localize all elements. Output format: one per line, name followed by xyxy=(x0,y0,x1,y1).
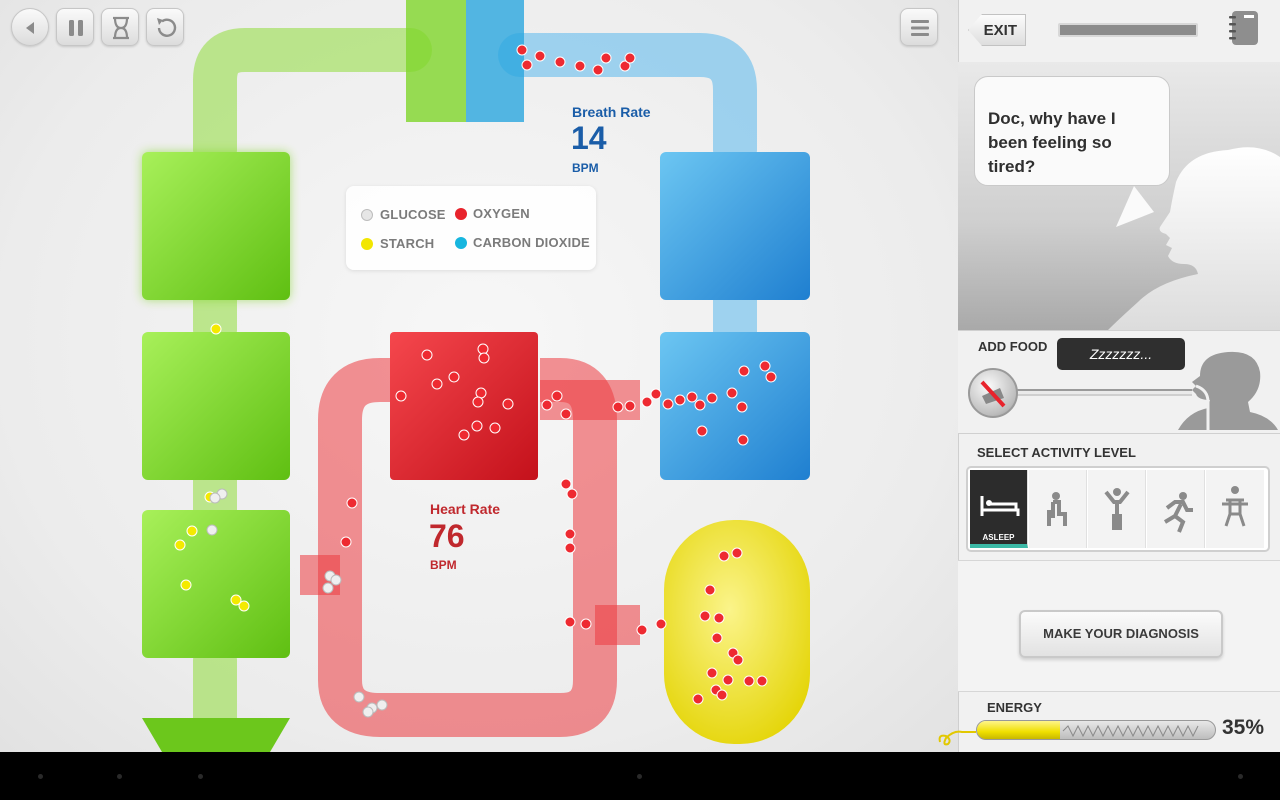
nav-dot xyxy=(117,774,122,779)
legend-glucose: GLUCOSE xyxy=(380,207,446,222)
back-triangle-icon xyxy=(26,22,34,34)
legend-co2: CARBON DIOXIDE xyxy=(473,235,590,250)
nav-dot xyxy=(1238,774,1243,779)
undo-icon xyxy=(157,18,177,37)
breath-rate-unit: BPM xyxy=(572,161,599,175)
add-food-label: ADD FOOD xyxy=(978,339,1048,354)
activity-asleep[interactable]: ASLEEP xyxy=(970,470,1028,548)
sitting-icon xyxy=(1047,492,1067,526)
heart-rate-unit: BPM xyxy=(430,558,457,572)
oxygen-dot-icon xyxy=(455,208,467,220)
pause-button[interactable] xyxy=(56,8,94,46)
legend-starch: STARCH xyxy=(380,236,435,251)
energy-coil-icon xyxy=(1062,724,1199,738)
co2-dot-icon xyxy=(455,237,467,249)
breath-rate-value: 14 xyxy=(571,120,607,156)
activity-asleep-label: ASLEEP xyxy=(982,533,1015,542)
energy-plug-icon xyxy=(938,730,976,746)
activity-level-title: SELECT ACTIVITY LEVEL xyxy=(977,445,1136,460)
food-status-bubble: Zzzzzzz... xyxy=(1057,338,1185,370)
breath-rate-label: Breath Rate xyxy=(572,104,651,120)
case-progress-bar xyxy=(1058,23,1198,37)
running-icon xyxy=(1163,492,1193,533)
glucose-dot-icon xyxy=(361,209,373,221)
starch-dot-icon xyxy=(361,238,373,250)
no-food-icon xyxy=(980,380,1006,408)
heart-rate-value: 76 xyxy=(429,518,465,554)
legend-oxygen: OXYGEN xyxy=(473,206,530,221)
patient-speech-bubble: Doc, why have I been feeling so tired? xyxy=(974,76,1170,186)
pause-icon xyxy=(69,20,83,36)
nav-dot xyxy=(38,774,43,779)
reset-button[interactable] xyxy=(146,8,184,46)
body-simulation-area[interactable]: GLUCOSE OXYGEN STARCH CARBON DIOXIDE Bre… xyxy=(0,0,958,752)
nav-dot xyxy=(637,774,642,779)
energy-percent: 35% xyxy=(1222,716,1265,739)
energy-label: ENERGY xyxy=(987,700,1042,715)
heart-rate-label: Heart Rate xyxy=(430,501,501,517)
food-slider-knob[interactable] xyxy=(968,368,1018,418)
standing-icon xyxy=(1104,488,1130,530)
hourglass-icon xyxy=(113,16,129,40)
menu-button[interactable] xyxy=(900,8,938,46)
energy-meter xyxy=(976,720,1216,740)
activity-sitting[interactable] xyxy=(1029,470,1087,548)
activity-running[interactable] xyxy=(1147,470,1205,548)
time-button[interactable] xyxy=(101,8,139,46)
food-slider-track[interactable] xyxy=(1014,389,1192,396)
activity-standing[interactable] xyxy=(1088,470,1146,548)
organ-system-graphic xyxy=(142,0,810,752)
particle-legend: GLUCOSE OXYGEN STARCH CARBON DIOXIDE xyxy=(346,186,596,270)
lifting-icon xyxy=(1222,486,1248,527)
activity-lifting[interactable] xyxy=(1206,470,1264,548)
nav-dot xyxy=(198,774,203,779)
menu-lines-icon xyxy=(911,20,929,36)
bed-icon xyxy=(980,496,1020,516)
digestive-head-icon xyxy=(1178,351,1278,430)
make-diagnosis-button[interactable]: MAKE YOUR DIAGNOSIS xyxy=(1019,610,1223,658)
back-button[interactable] xyxy=(11,8,49,46)
notebook-icon[interactable] xyxy=(1228,10,1260,46)
